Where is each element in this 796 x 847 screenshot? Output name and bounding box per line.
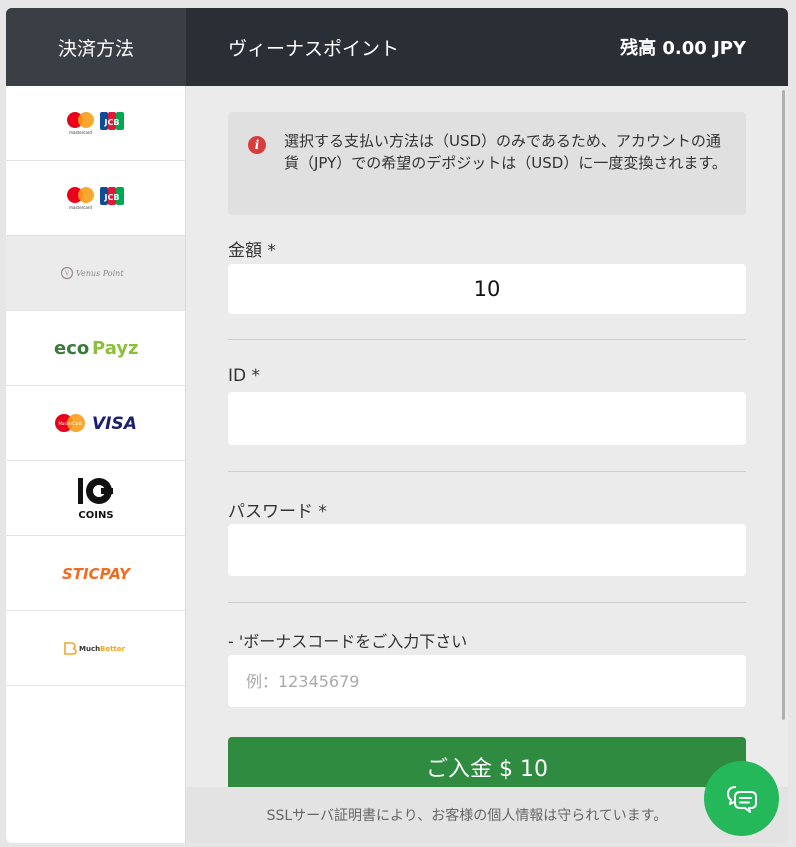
info-icon: i (248, 136, 266, 154)
payment-window: 決済方法 ヴィーナスポイント 残高 0.00 JPY mastercard JC… (6, 8, 788, 843)
payment-method-sticpay[interactable]: STICPAY (6, 536, 185, 611)
svg-text:VISA: VISA (92, 414, 137, 434)
svg-text:Venus Point: Venus Point (76, 269, 124, 278)
payment-methods-heading: 決済方法 (6, 8, 186, 86)
venus-point-logo: V Venus Point (60, 266, 124, 280)
svg-text:V: V (63, 271, 69, 278)
svg-text:STICPAY: STICPAY (62, 565, 131, 583)
payment-method-venus-point[interactable]: V Venus Point (6, 236, 185, 311)
mastercard-jcb-logo: mastercard JCB (66, 187, 124, 210)
svg-text:eco: eco (54, 338, 89, 359)
balance-display: 残高 0.00 JPY (620, 38, 746, 59)
notice-text: 選択する支払い方法は（USD）のみであるため、アカウントの通貨（JPY）での希望… (284, 132, 727, 172)
ssl-footer: SSLサーバ証明書により、お客様の個人情報は守られています。 (186, 787, 788, 843)
divider (228, 339, 746, 340)
bonus-code-input[interactable] (228, 655, 746, 707)
chat-icon (726, 785, 757, 813)
divider (228, 602, 746, 603)
payment-method-mastercard-visa[interactable]: MasterCard VISA (6, 386, 185, 461)
svg-text:COINS: COINS (78, 510, 113, 521)
currency-notice: i 選択する支払い方法は（USD）のみであるため、アカウントの通貨（JPY）での… (228, 112, 746, 215)
payment-method-mastercard-jcb-1[interactable]: mastercard JCB (6, 86, 185, 161)
id-input[interactable] (228, 392, 746, 445)
selected-method-title: ヴィーナスポイント (228, 37, 400, 60)
ssl-footer-text: SSLサーバ証明書により、お客様の個人情報は守られています。 (266, 808, 668, 824)
bonus-code-label: - 'ボーナスコードをご入力下さい (228, 632, 468, 651)
svg-text:JCB: JCB (103, 193, 119, 202)
svg-text:JCB: JCB (103, 118, 119, 127)
sticpay-logo: STICPAY (62, 565, 131, 583)
payment-method-10coins[interactable]: COINS (6, 461, 185, 536)
amount-label: 金額 * (228, 241, 276, 261)
svg-text:Payz: Payz (92, 338, 138, 359)
muchbetter-logo: Much Better (63, 642, 126, 655)
scrollbar[interactable] (782, 90, 785, 720)
10coins-logo: COINS (77, 478, 113, 521)
password-label: パスワード * (228, 502, 327, 522)
payment-method-mastercard-jcb-2[interactable]: mastercard JCB (6, 161, 185, 236)
chat-button[interactable] (704, 761, 779, 836)
svg-text:Better: Better (100, 645, 126, 653)
svg-text:mastercard: mastercard (69, 205, 92, 210)
deposit-form-panel: i 選択する支払い方法は（USD）のみであるため、アカウントの通貨（JPY）での… (186, 86, 788, 843)
id-label: ID * (228, 366, 261, 386)
svg-text:mastercard: mastercard (69, 130, 92, 135)
mastercard-visa-logo: MasterCard VISA (54, 414, 137, 434)
divider (228, 471, 746, 472)
mastercard-jcb-logo: mastercard JCB (66, 112, 124, 135)
password-input[interactable] (228, 524, 746, 576)
ecopayz-logo: eco Payz (54, 338, 138, 359)
payment-method-ecopayz[interactable]: eco Payz (6, 311, 185, 386)
payment-method-muchbetter[interactable]: Much Better (6, 611, 185, 686)
svg-text:Much: Much (79, 645, 100, 653)
header: 決済方法 ヴィーナスポイント 残高 0.00 JPY (6, 8, 788, 86)
payment-method-list: mastercard JCB mastercard JCB V Venus Po… (6, 86, 186, 843)
amount-input[interactable] (228, 264, 746, 314)
svg-text:MasterCard: MasterCard (58, 421, 81, 426)
